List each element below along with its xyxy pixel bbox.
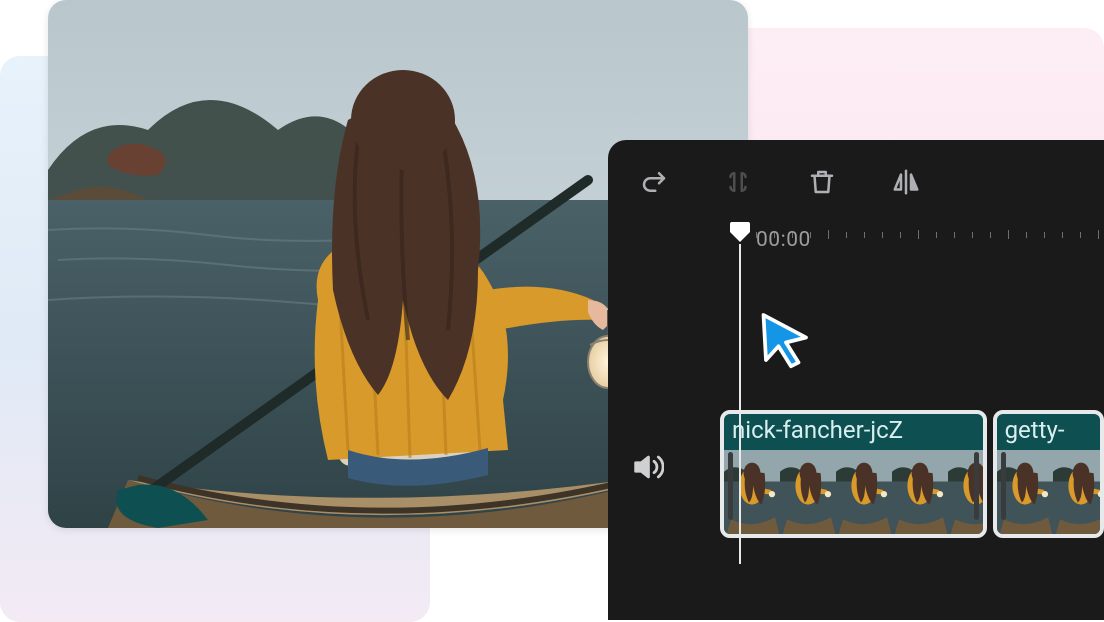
cursor-pointer-icon [756, 310, 816, 370]
redo-button[interactable] [636, 164, 672, 200]
clip-trim-handle-right[interactable] [974, 452, 979, 520]
split-icon [723, 167, 753, 197]
flip-horizontal-icon [890, 167, 922, 197]
clip-thumbnails [997, 450, 1100, 534]
clip-trim-handle-left[interactable] [1001, 452, 1006, 520]
playhead-time-label: 00:00 [756, 228, 811, 252]
redo-icon [639, 167, 669, 197]
split-button[interactable] [720, 164, 756, 200]
trash-icon [807, 167, 837, 197]
timeline-ruler[interactable]: 00:00 [608, 226, 1104, 256]
audio-toggle-button[interactable] [630, 450, 664, 484]
clip-track: nick-fancher-jcZ getty- [720, 410, 1104, 538]
clip-thumbnails [724, 450, 983, 534]
playhead-handle-icon [728, 220, 752, 244]
timeline-clip[interactable]: getty- [993, 410, 1104, 538]
speaker-icon [630, 450, 664, 484]
editor-toolbar [608, 140, 1104, 218]
timeline-clip[interactable]: nick-fancher-jcZ [720, 410, 987, 538]
playhead[interactable] [728, 220, 752, 564]
clip-label: nick-fancher-jcZ [732, 416, 903, 444]
delete-button[interactable] [804, 164, 840, 200]
clip-label: getty- [1005, 416, 1065, 444]
video-editor-panel: 00:00 nick-fancher-jcZ [608, 140, 1104, 620]
ruler-ticks [608, 226, 1104, 256]
flip-button[interactable] [888, 164, 924, 200]
